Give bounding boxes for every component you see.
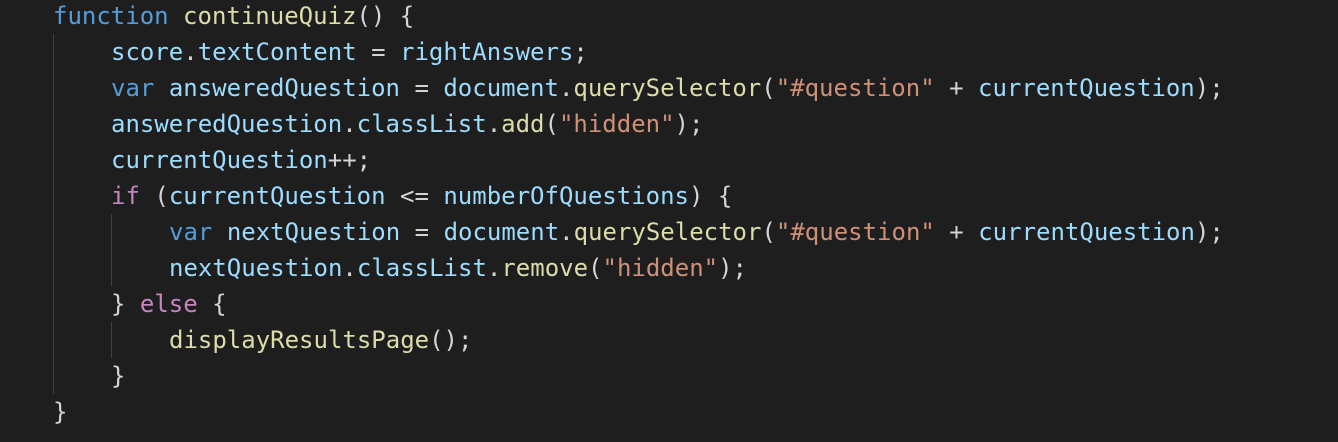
code-line: } else { <box>53 286 1224 322</box>
indent-guide <box>53 214 54 250</box>
variable-token: currentQuestion <box>978 218 1195 246</box>
variable-token: nextQuestion <box>226 218 401 246</box>
code-line: } <box>53 394 1224 430</box>
code-line: function continueQuiz() { <box>53 0 1224 34</box>
punctuation-token: . <box>558 74 574 102</box>
punctuation-token: ); <box>718 254 747 282</box>
punctuation-token: () { <box>356 2 415 30</box>
code-line: if (currentQuestion <= numberOfQuestions… <box>53 178 1224 214</box>
code-line: score.textContent = rightAnswers; <box>53 34 1224 70</box>
punctuation-token: } <box>53 398 68 426</box>
operator-token: <= <box>385 182 444 210</box>
punctuation-token: ( <box>544 110 559 138</box>
punctuation-token: ( <box>761 218 776 246</box>
variable-token: currentQuestion <box>111 146 328 174</box>
method-token: remove <box>501 254 589 282</box>
punctuation-token: ; <box>573 38 588 66</box>
punctuation-token: . <box>486 110 502 138</box>
code-line: answeredQuestion.classList.add("hidden")… <box>53 106 1224 142</box>
operator-token: = <box>400 74 444 102</box>
indent-guide <box>53 358 54 394</box>
punctuation-token: . <box>486 254 502 282</box>
code-line: nextQuestion.classList.remove("hidden"); <box>53 250 1224 286</box>
punctuation-token: . <box>183 38 198 66</box>
indent-guide <box>53 70 54 106</box>
punctuation-token: } <box>111 290 140 318</box>
string-token: "hidden" <box>602 254 719 282</box>
indent-guide <box>53 178 54 214</box>
punctuation-token: ); <box>1194 218 1224 246</box>
indent-guide <box>111 214 112 250</box>
operator-token: = <box>400 218 444 246</box>
operator-token: = <box>356 38 401 66</box>
variable-token: document <box>443 74 559 102</box>
punctuation-token: ( <box>139 182 169 210</box>
variable-token: numberOfQuestions <box>443 182 689 210</box>
variable-token: document <box>443 218 560 246</box>
code-editor[interactable]: function continueQuiz() { score.textCont… <box>0 0 1338 442</box>
indent-guide <box>53 106 54 142</box>
operator-token: ++; <box>327 146 372 174</box>
property-token: classList <box>356 254 487 282</box>
punctuation-token: . <box>342 110 357 138</box>
code-line: var answeredQuestion = document.querySel… <box>53 70 1224 106</box>
code-line: displayResultsPage(); <box>53 322 1224 358</box>
punctuation-token: ( <box>588 254 603 282</box>
method-token: add <box>501 110 545 138</box>
punctuation-token: ); <box>1194 74 1224 102</box>
keyword-token: var <box>169 218 213 246</box>
punctuation-token: { <box>197 290 227 318</box>
variable-token: score <box>111 38 184 66</box>
code-block: function continueQuiz() { score.textCont… <box>53 0 1224 430</box>
code-line: } <box>53 358 1224 394</box>
variable-token: currentQuestion <box>168 182 386 210</box>
operator-token: + <box>934 74 979 102</box>
keyword-token: if <box>111 182 140 210</box>
string-token: "#question" <box>775 218 935 246</box>
property-token: classList <box>356 110 487 138</box>
string-token: "hidden" <box>558 110 675 138</box>
method-token: querySelector <box>573 74 762 102</box>
keyword-token: function <box>53 2 169 30</box>
punctuation-token: . <box>559 218 574 246</box>
keyword-token: else <box>139 290 198 318</box>
punctuation-token: . <box>342 254 357 282</box>
string-token: "#question" <box>775 74 935 102</box>
code-line: var nextQuestion = document.querySelecto… <box>53 214 1224 250</box>
indent-guide <box>111 250 112 286</box>
punctuation-token: (); <box>429 326 473 354</box>
punctuation-token: ); <box>674 110 704 138</box>
variable-token: currentQuestion <box>978 74 1195 102</box>
punctuation-token: } <box>111 362 126 390</box>
keyword-token: var <box>111 74 155 102</box>
code-line: currentQuestion++; <box>53 142 1224 178</box>
variable-token: nextQuestion <box>169 254 343 282</box>
indent-guide <box>53 322 54 358</box>
variable-token: answeredQuestion <box>111 110 343 138</box>
variable-token: answeredQuestion <box>168 74 400 102</box>
property-token: textContent <box>197 38 357 66</box>
function-name-token: continueQuiz <box>183 2 357 30</box>
indent-guide <box>53 250 54 286</box>
punctuation-token: ( <box>761 74 776 102</box>
variable-token: rightAnswers <box>400 38 574 66</box>
indent-guide <box>53 142 54 178</box>
method-token: querySelector <box>573 218 762 246</box>
function-call-token: displayResultsPage <box>169 326 430 354</box>
indent-guide <box>53 34 54 70</box>
operator-token: + <box>934 218 979 246</box>
indent-guide <box>111 322 112 358</box>
indent-guide <box>53 286 54 322</box>
punctuation-token: ) { <box>689 182 733 210</box>
